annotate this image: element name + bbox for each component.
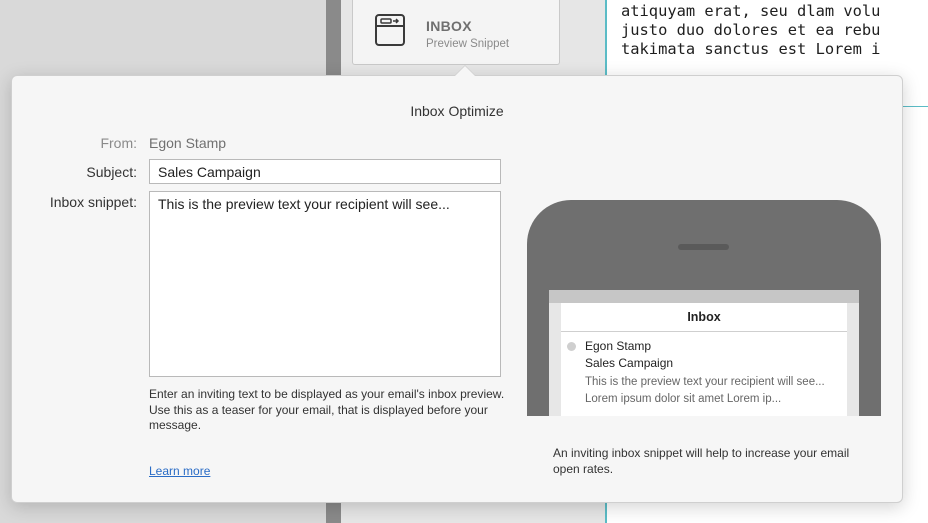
message-preview: This is the preview text your recipient … bbox=[585, 376, 825, 405]
phone-status-bar bbox=[549, 290, 859, 303]
inbox-preview-card[interactable]: INBOX Preview Snippet bbox=[352, 0, 560, 65]
subject-input[interactable] bbox=[149, 159, 501, 184]
inbox-card-title: INBOX bbox=[426, 18, 472, 34]
snippet-help-text: Enter an inviting text to be displayed a… bbox=[149, 387, 505, 432]
phone-preview: Inbox Egon Stamp Sales Campaign This is … bbox=[527, 200, 881, 416]
learn-more-link[interactable]: Learn more bbox=[149, 464, 210, 478]
preview-note: An inviting inbox snippet will help to i… bbox=[553, 446, 850, 476]
inbox-list: Inbox Egon Stamp Sales Campaign This is … bbox=[561, 303, 847, 416]
inbox-snippet-input[interactable]: This is the preview text your recipient … bbox=[149, 191, 501, 377]
phone-speaker bbox=[678, 244, 729, 250]
popover-title: Inbox Optimize bbox=[410, 103, 504, 119]
phone-screen: Inbox Egon Stamp Sales Campaign This is … bbox=[549, 290, 859, 416]
message-sender: Egon Stamp bbox=[585, 339, 652, 353]
inbox-card-subtitle: Preview Snippet bbox=[426, 38, 510, 50]
from-label: From: bbox=[100, 135, 137, 151]
inbox-header: Inbox bbox=[561, 303, 847, 332]
editor-text[interactable]: atiquyam erat, seu dlam volu justo duo d… bbox=[621, 2, 928, 59]
inbox-optimize-popover: Inbox Optimize From: Egon Stamp Subject:… bbox=[11, 65, 903, 503]
subject-label: Subject: bbox=[86, 164, 137, 180]
popover-arrow bbox=[454, 65, 476, 76]
message-subject: Sales Campaign bbox=[585, 356, 674, 370]
inbox-icon bbox=[375, 14, 405, 46]
inbox-snippet-label: Inbox snippet: bbox=[49, 194, 137, 210]
unread-dot-icon bbox=[567, 342, 576, 351]
from-value: Egon Stamp bbox=[149, 135, 227, 151]
